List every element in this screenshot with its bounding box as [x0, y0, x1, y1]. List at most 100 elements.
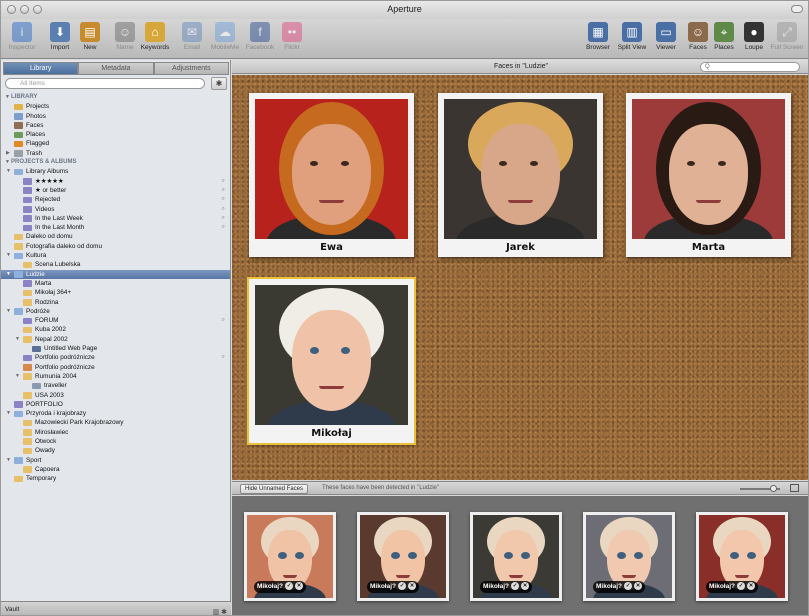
unnamed-face-thumbnail[interactable]: Mikołaj? ✓ ✕ [244, 512, 336, 601]
sidebar-item[interactable]: Projects [1, 102, 230, 111]
reject-icon[interactable]: ✕ [747, 582, 756, 590]
sidebar-item[interactable]: Owady [1, 446, 230, 455]
confirm-icon[interactable]: ✓ [624, 582, 633, 590]
sidebar-item[interactable]: ▼ Przyroda i krajobrazy [1, 409, 230, 418]
toolbar-viewer-button[interactable]: ▭ Viewer [649, 22, 683, 51]
sidebar-item[interactable]: Otwock [1, 437, 230, 446]
name-suggestion-tag[interactable]: Mikołaj? ✓ ✕ [480, 581, 533, 593]
sidebar-item[interactable]: Marta [1, 279, 230, 288]
smart-settings-icon[interactable]: ⌕ [222, 177, 225, 186]
sidebar-item[interactable]: Untitled Web Page [1, 344, 230, 353]
vault-action-buttons[interactable]: ▥ ✱ [213, 605, 227, 615]
sidebar-item[interactable]: Capoera [1, 465, 230, 474]
face-name-label[interactable]: Jarek [444, 239, 597, 257]
close-window-button[interactable] [7, 5, 16, 14]
disclosure-open-icon[interactable]: ▼ [6, 307, 13, 316]
unnamed-face-thumbnail[interactable]: Mikołaj? ✓ ✕ [696, 512, 788, 601]
smart-settings-icon[interactable]: ⌕ [222, 316, 225, 325]
sidebar-item[interactable]: PORTFOLIO [1, 400, 230, 409]
disclosure-open-icon[interactable]: ▼ [6, 167, 13, 176]
disclosure-open-icon[interactable]: ▼ [6, 251, 13, 260]
unnamed-face-thumbnail[interactable]: Mikołaj? ✓ ✕ [583, 512, 675, 601]
search-options-button[interactable]: ✱ [211, 77, 227, 90]
zoom-window-button[interactable] [33, 5, 42, 14]
toolbar-new-button[interactable]: ▤ New [71, 22, 109, 51]
disclosure-open-icon[interactable]: ▼ [15, 335, 22, 344]
face-card[interactable]: Marta [626, 93, 791, 257]
toolbar-flickr-button[interactable]: •• Flickr [273, 22, 311, 51]
toolbar-full-screen-button[interactable]: ⤢ Full Screen [767, 22, 807, 51]
library-search-input[interactable]: All Items [5, 78, 205, 89]
sidebar-item[interactable]: FORUM ⌕ [1, 316, 230, 325]
sidebar-item[interactable]: ▼ Nepal 2002 [1, 335, 230, 344]
sidebar-item[interactable]: In the Last Month ⌕ [1, 223, 230, 232]
sidebar-item[interactable]: Videos ⌕ [1, 205, 230, 214]
confirm-icon[interactable]: ✓ [737, 582, 746, 590]
name-suggestion-tag[interactable]: Mikołaj? ✓ ✕ [367, 581, 420, 593]
sidebar-item[interactable]: Flagged [1, 139, 230, 148]
name-suggestion-tag[interactable]: Mikołaj? ✓ ✕ [706, 581, 759, 593]
faces-search-input[interactable]: Q [700, 62, 800, 72]
face-name-label[interactable]: Mikołaj [255, 425, 408, 443]
face-name-label[interactable]: Marta [632, 239, 785, 257]
toolbar-places-button[interactable]: ⌖ Places [707, 22, 741, 51]
toolbar-inspector-button[interactable]: i Inspector [3, 22, 41, 51]
sidebar-item[interactable]: Kuba 2002 [1, 325, 230, 334]
sidebar-item[interactable]: USA 2003 [1, 391, 230, 400]
tab-library[interactable]: Library [3, 62, 79, 75]
sidebar-item[interactable]: ▼ Ludzie [1, 269, 230, 279]
sidebar-item[interactable]: ▶ Trash [1, 149, 230, 158]
smart-settings-icon[interactable]: ⌕ [222, 195, 225, 204]
sidebar-item[interactable]: Portfolio podróżnicze [1, 363, 230, 372]
sidebar-item[interactable]: ▼ Library Albums [1, 167, 230, 176]
reject-icon[interactable]: ✕ [295, 582, 304, 590]
thumbnail-size-knob[interactable] [770, 485, 777, 492]
sidebar-item[interactable]: ★★★★★ ⌕ [1, 177, 230, 186]
minimize-window-button[interactable] [20, 5, 29, 14]
disclosure-open-icon[interactable]: ▼ [6, 409, 13, 418]
reject-icon[interactable]: ✕ [634, 582, 643, 590]
sidebar-item[interactable]: ★ or better ⌕ [1, 186, 230, 195]
face-card[interactable]: Jarek [438, 93, 603, 257]
hide-unnamed-faces-button[interactable]: Hide Unnamed Faces [240, 484, 309, 494]
sidebar-item[interactable]: traveller [1, 381, 230, 390]
toolbar-split-view-button[interactable]: ▥ Split View [615, 22, 649, 51]
sidebar-item[interactable]: ▼ Rumunia 2004 [1, 372, 230, 381]
disclosure-open-icon[interactable]: ▼ [6, 456, 13, 465]
sidebar-item[interactable]: Mazowiecki Park Krajobrazowy [1, 418, 230, 427]
disclosure-closed-icon[interactable]: ▶ [6, 149, 13, 158]
face-card[interactable]: Mikołaj [247, 277, 416, 445]
sidebar-item[interactable]: Daleko od domu [1, 232, 230, 241]
reject-icon[interactable]: ✕ [408, 582, 417, 590]
toolbar-mobileme-button[interactable]: ☁ MobileMe [206, 22, 244, 51]
smart-settings-icon[interactable]: ⌕ [222, 186, 225, 195]
confirm-icon[interactable]: ✓ [398, 582, 407, 590]
sidebar-item[interactable]: ▼ Sport [1, 456, 230, 465]
name-suggestion-tag[interactable]: Mikołaj? ✓ ✕ [254, 581, 307, 593]
smart-settings-icon[interactable]: ⌕ [222, 214, 225, 223]
sidebar-item[interactable]: Portfolio podróżnicze ⌕ [1, 353, 230, 362]
sidebar-item[interactable]: Photos [1, 112, 230, 121]
confirm-icon[interactable]: ✓ [511, 582, 520, 590]
sidebar-item[interactable]: Mirosławiec [1, 428, 230, 437]
sidebar-item[interactable]: In the Last Week ⌕ [1, 214, 230, 223]
tab-adjustments[interactable]: Adjustments [153, 62, 229, 75]
sidebar-item[interactable]: Temporary [1, 474, 230, 483]
sidebar-item[interactable]: ▼ Podróże [1, 307, 230, 316]
unnamed-face-thumbnail[interactable]: Mikołaj? ✓ ✕ [470, 512, 562, 601]
sidebar-item[interactable]: Faces [1, 121, 230, 130]
confirm-icon[interactable]: ✓ [285, 582, 294, 590]
unnamed-face-thumbnail[interactable]: Mikołaj? ✓ ✕ [357, 512, 449, 601]
face-card[interactable]: Ewa [249, 93, 414, 257]
tab-metadata[interactable]: Metadata [78, 62, 154, 75]
toolbar-keywords-button[interactable]: ⌂ Keywords [136, 22, 174, 51]
toolbar-browser-button[interactable]: ▦ Browser [581, 22, 615, 51]
sidebar-item[interactable]: ▼ Kultura [1, 251, 230, 260]
smart-settings-icon[interactable]: ⌕ [222, 205, 225, 214]
face-name-label[interactable]: Ewa [255, 239, 408, 257]
reject-icon[interactable]: ✕ [521, 582, 530, 590]
sidebar-item[interactable]: Scena Lubelska [1, 260, 230, 269]
smart-settings-icon[interactable]: ⌕ [222, 353, 225, 362]
smart-settings-icon[interactable]: ⌕ [222, 223, 225, 232]
sidebar-item[interactable]: Places [1, 130, 230, 139]
